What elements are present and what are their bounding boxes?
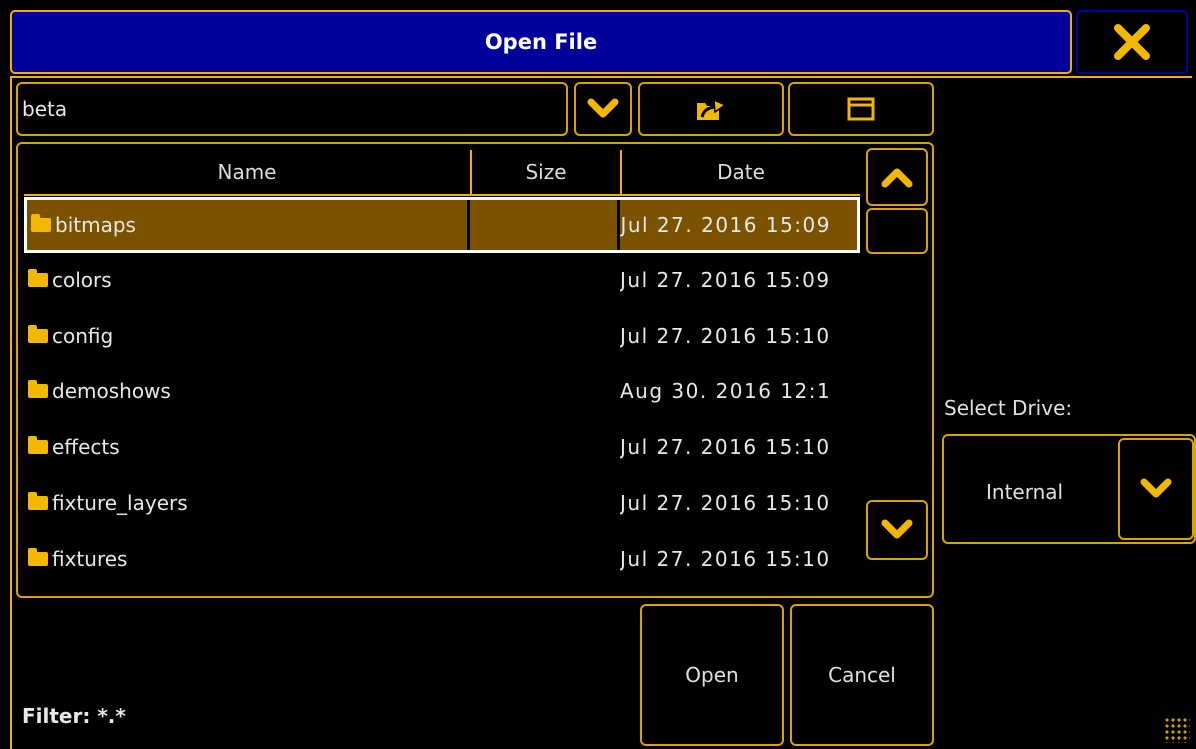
file-date: Jul 27. 2016 15:10 [620,324,831,348]
chevron-down-icon [881,519,913,539]
file-date: Jul 27. 2016 15:10 [620,435,831,459]
table-row[interactable]: config Jul 27. 2016 15:10 [24,308,860,364]
folder-icon [28,436,48,454]
drive-dropdown-button[interactable] [1118,438,1194,540]
scroll-up-button[interactable] [866,148,928,206]
folder-icon [28,548,48,566]
drive-value: Internal [986,480,1064,504]
chevron-down-icon [1140,478,1172,498]
open-button[interactable]: Open [640,604,784,746]
window-icon [847,97,875,121]
table-row[interactable]: demoshows Aug 30. 2016 12:1 [24,363,860,419]
folder-icon [28,492,48,510]
column-header-size[interactable]: Size [472,150,620,196]
file-name: fixtures [52,547,128,571]
path-input[interactable]: beta [16,82,568,136]
column-header-date[interactable]: Date [622,150,860,196]
close-button[interactable] [1076,10,1188,74]
folder-icon [31,214,51,232]
file-name: demoshows [52,379,171,403]
drive-select[interactable]: Internal [942,434,1196,544]
file-name: config [52,324,114,348]
folder-icon [28,380,48,398]
file-name: fixture_layers [52,491,188,515]
chevron-up-icon [881,168,913,188]
folder-icon [28,325,48,343]
file-date: Jul 27. 2016 15:10 [620,491,831,515]
select-drive-label: Select Drive: [944,396,1073,420]
path-dropdown-button[interactable] [574,82,632,136]
table-row[interactable]: colors Jul 27. 2016 15:09 [24,252,860,308]
file-date: Jul 27. 2016 15:10 [620,547,831,571]
cancel-button[interactable]: Cancel [790,604,934,746]
file-date: Jul 27. 2016 15:09 [620,268,831,292]
close-icon [1114,24,1150,60]
scroll-down-button[interactable] [866,500,928,560]
folder-up-icon [697,98,727,120]
chevron-down-icon [587,98,619,118]
table-row[interactable]: fixtures Jul 27. 2016 15:10 [24,531,860,587]
file-name: colors [52,268,112,292]
title-bar: Open File [10,10,1072,74]
scrollbar-thumb[interactable] [866,208,928,254]
file-name: effects [52,435,120,459]
file-date: Jul 27. 2016 15:09 [620,213,831,237]
window-title: Open File [484,30,598,54]
view-toggle-button[interactable] [788,82,934,136]
filter-label: Filter: *.* [22,704,126,728]
table-row[interactable]: bitmaps Jul 27. 2016 15:09 [24,197,860,253]
path-value: beta [22,97,68,121]
resize-grip-icon[interactable] [1164,717,1190,743]
file-name: bitmaps [55,213,136,237]
column-header-name[interactable]: Name [24,150,470,196]
file-date: Aug 30. 2016 12:1 [620,379,832,403]
file-size [470,200,621,250]
folder-up-button[interactable] [638,82,784,136]
folder-icon [28,269,48,287]
table-row[interactable]: fixture_layers Jul 27. 2016 15:10 [24,475,860,531]
table-row[interactable]: effects Jul 27. 2016 15:10 [24,419,860,475]
